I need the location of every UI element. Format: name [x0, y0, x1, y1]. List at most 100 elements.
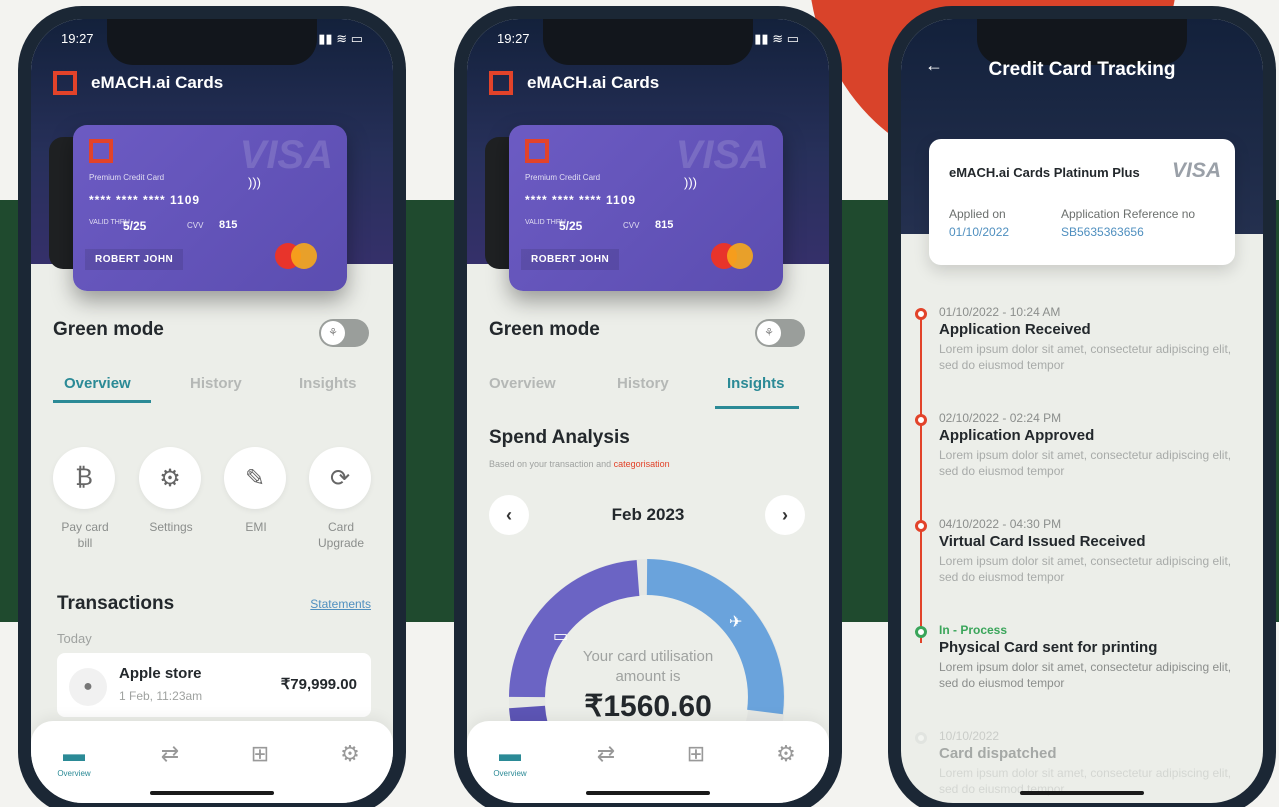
timeline-item: 04/10/2022 - 04:30 PM Virtual Card Issued… — [915, 517, 1247, 585]
card-logo-icon — [525, 139, 549, 163]
bottom-nav: ▬ Overview ⇄ ⊞ ⚙ — [467, 721, 829, 803]
card-icon: ▬ — [499, 741, 521, 766]
transaction-amount: ₹79,999.00 — [280, 676, 357, 693]
reference-value: SB5635363656 — [1061, 225, 1144, 239]
card-type: Premium Credit Card — [89, 173, 165, 182]
tab-bar: Overview History Insights — [31, 375, 393, 405]
tab-history[interactable]: History — [190, 375, 242, 392]
tab-overview[interactable]: Overview — [64, 375, 131, 392]
monitor-icon: ▭ — [553, 626, 568, 645]
green-mode-toggle[interactable]: ⚘ — [319, 319, 369, 347]
cvv-label: CVV — [187, 221, 204, 230]
visa-watermark: VISA — [239, 133, 333, 177]
chevron-right-icon: › — [782, 505, 788, 525]
card-icon: ▬ — [63, 741, 85, 766]
mastercard-icon — [275, 243, 317, 269]
card-expiry: 5/25 — [123, 219, 147, 233]
timeline-date: 02/10/2022 - 02:24 PM — [939, 411, 1062, 425]
timeline-dot — [915, 626, 927, 638]
nav-overview-label: Overview — [493, 769, 527, 778]
nav-rewards[interactable]: ⊞ — [671, 741, 721, 767]
spend-analysis-subtitle: Based on your transaction and categorisa… — [489, 459, 670, 469]
phone-insights: 19:27 ▮▮ ≋ ▭ eMACH.ai Cards VISA Premium … — [454, 6, 842, 807]
brand-title: eMACH.ai Cards — [91, 73, 224, 92]
next-month-button[interactable]: › — [765, 495, 805, 535]
leaf-icon: ⚘ — [757, 321, 781, 345]
pay-card-bill-label: Pay card bill — [61, 520, 109, 550]
contactless-icon: ))) — [248, 175, 261, 190]
status-time: 19:27 — [497, 31, 530, 46]
transactions-group-today: Today — [57, 631, 92, 646]
tracking-timeline: 01/10/2022 - 10:24 AM Application Receive… — [915, 305, 1247, 803]
status-bar: 19:27 ▮▮ ≋ ▭ — [497, 31, 799, 47]
tab-history[interactable]: History — [617, 375, 669, 392]
statements-link[interactable]: Statements — [310, 597, 371, 611]
timeline-item-in-process: In - Process Physical Card sent for print… — [915, 623, 1247, 691]
logo-icon — [489, 71, 513, 95]
timeline-item: 01/10/2022 - 10:24 AM Application Receive… — [915, 305, 1247, 373]
timeline-item: 02/10/2022 - 02:24 PM Application Approve… — [915, 411, 1247, 479]
home-indicator — [586, 791, 710, 795]
subtitle-text: Based on your transaction and — [489, 459, 612, 469]
pay-card-bill-button[interactable]: ₿ Pay card bill — [53, 447, 117, 551]
utilisation-value: ₹1560.60 — [584, 690, 712, 723]
gift-icon: ⊞ — [250, 741, 270, 766]
phone-tracking: ← Credit Card Tracking eMACH.ai Cards Pl… — [888, 6, 1276, 807]
timeline-date: 10/10/2022 — [939, 729, 1000, 743]
apple-icon: ● — [69, 668, 107, 706]
gear-icon: ⚙ — [340, 741, 360, 766]
emi-label: EMI — [245, 520, 267, 534]
timeline-title: Virtual Card Issued Received — [939, 533, 1146, 550]
applied-on-label: Applied on — [949, 207, 1006, 221]
card-number: **** **** **** 1109 — [89, 193, 201, 207]
nav-transfer[interactable]: ⇄ — [145, 741, 195, 767]
nav-overview-label: Overview — [57, 769, 91, 778]
brand-header: eMACH.ai Cards — [53, 71, 223, 95]
mastercard-icon — [711, 243, 753, 269]
timeline-dot — [915, 308, 927, 320]
nav-rewards[interactable]: ⊞ — [235, 741, 285, 767]
timeline-dot — [915, 520, 927, 532]
timeline-title: Card dispatched — [939, 745, 1057, 762]
timeline-dot — [915, 732, 927, 744]
logo-icon — [53, 71, 77, 95]
card-upgrade-button[interactable]: ⟳ Card Upgrade — [309, 447, 373, 551]
card-upgrade-icon: ⟳ — [309, 447, 371, 509]
subtitle-highlight: categorisation — [613, 459, 670, 469]
credit-card[interactable]: VISA Premium Credit Card ))) **** **** *… — [509, 125, 783, 291]
visa-watermark: VISA — [675, 133, 769, 177]
nav-overview[interactable]: ▬ Overview — [49, 741, 99, 778]
card-cvv: 815 — [655, 219, 674, 231]
nav-settings[interactable]: ⚙ — [761, 741, 811, 767]
status-time: 19:27 — [61, 31, 94, 46]
utilisation-label: Your card utilisation amount is — [582, 648, 714, 685]
emi-button[interactable]: ✎ EMI — [224, 447, 288, 535]
timeline-title: Application Received — [939, 321, 1091, 338]
home-indicator — [150, 791, 274, 795]
card-holder: ROBERT JOHN — [521, 249, 620, 270]
tab-overview[interactable]: Overview — [489, 375, 556, 392]
nav-transfer[interactable]: ⇄ — [581, 741, 631, 767]
timeline-title: Application Approved — [939, 427, 1095, 444]
gear-icon: ⚙ — [776, 741, 796, 766]
card-cvv: 815 — [219, 219, 238, 231]
tab-insights[interactable]: Insights — [727, 375, 785, 392]
green-mode-label: Green mode — [53, 319, 164, 340]
tab-insights[interactable]: Insights — [299, 375, 357, 392]
cvv-label: CVV — [623, 221, 640, 230]
card-type: Premium Credit Card — [525, 173, 601, 182]
transactions-title: Transactions — [57, 593, 175, 614]
timeline-title: Physical Card sent for printing — [939, 639, 1158, 656]
green-mode-toggle[interactable]: ⚘ — [755, 319, 805, 347]
nav-overview[interactable]: ▬ Overview — [485, 741, 535, 778]
timeline-body: Lorem ipsum dolor sit amet, consectetur … — [939, 554, 1232, 584]
nav-settings[interactable]: ⚙ — [325, 741, 375, 767]
green-mode-label: Green mode — [489, 319, 600, 340]
visa-logo: VISA — [1171, 159, 1221, 182]
transaction-merchant: Apple store — [119, 665, 202, 682]
applied-on-value: 01/10/2022 — [949, 225, 1010, 239]
settings-button[interactable]: ⚙ Settings — [139, 447, 203, 535]
card-upgrade-label: Card Upgrade — [317, 520, 365, 550]
credit-card[interactable]: VISA Premium Credit Card ))) **** **** *… — [73, 125, 347, 291]
transaction-row[interactable]: ● Apple store 1 Feb, 11:23am ₹79,999.00 — [57, 653, 371, 717]
